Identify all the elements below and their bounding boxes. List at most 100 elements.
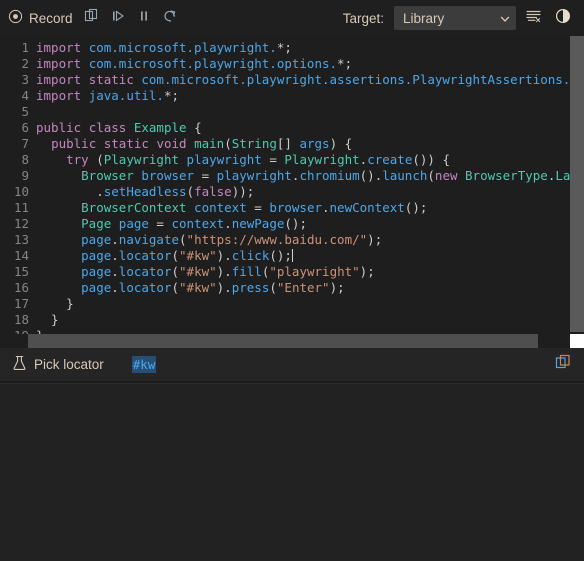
code-token: . xyxy=(111,280,119,295)
chevron-down-icon xyxy=(499,12,511,24)
code-token: ( xyxy=(171,264,180,279)
code-token: press xyxy=(231,280,270,295)
code-line[interactable]: 6 public class Example { xyxy=(0,120,584,136)
line-number: 10 xyxy=(13,184,29,199)
copy-icon xyxy=(554,353,572,376)
code-token: (). xyxy=(359,168,383,183)
code-line[interactable]: 18 } xyxy=(0,312,584,328)
code-token: . xyxy=(111,264,119,279)
line-number: 3 xyxy=(21,72,29,87)
code-token: locator xyxy=(118,280,172,295)
bottom-empty-panel xyxy=(0,383,584,561)
code-line[interactable]: 7 public static void main(String[] args)… xyxy=(0,136,584,152)
line-number: 11 xyxy=(13,200,29,215)
code-line[interactable]: 11 BrowserContext context = browser.newC… xyxy=(0,200,584,216)
toolbar-left-group: Record xyxy=(6,6,183,30)
target-dropdown[interactable]: Library xyxy=(394,6,516,30)
code-lines-container: 1 import com.microsoft.playwright.*; 2 impo… xyxy=(0,40,584,344)
code-token: Page xyxy=(81,216,112,231)
code-line[interactable]: 12 Page page = context.newPage(); xyxy=(0,216,584,232)
code-token: playwright xyxy=(186,152,262,167)
text-cursor xyxy=(291,249,293,262)
pick-locator-bar: Pick locator #kw xyxy=(0,348,584,382)
line-number: 13 xyxy=(13,232,29,247)
code-token: locator xyxy=(118,248,172,263)
code-token: args xyxy=(299,136,330,151)
editor-vertical-scrollbar[interactable] xyxy=(570,36,584,334)
main-toolbar: Record Target: Library xyxy=(0,0,584,36)
code-editor[interactable]: 1 import com.microsoft.playwright.*; 2 impo… xyxy=(0,36,584,348)
theme-toggle-button[interactable] xyxy=(550,6,576,30)
pause-icon xyxy=(136,8,152,29)
code-line[interactable]: 5 xyxy=(0,104,584,120)
resume-button[interactable] xyxy=(157,6,183,30)
locator-value-text[interactable]: #kw xyxy=(131,356,157,373)
vertical-scrollbar-thumb[interactable] xyxy=(570,36,584,332)
code-line[interactable]: 3 import static com.microsoft.playwright.… xyxy=(0,72,584,88)
code-token: public xyxy=(36,120,82,135)
code-token: "#kw" xyxy=(179,280,217,295)
code-token: ). xyxy=(216,264,232,279)
code-token: ( xyxy=(269,280,277,295)
code-line[interactable]: 15 page.locator("#kw").fill("playwright"… xyxy=(0,264,584,280)
code-token: String xyxy=(231,136,277,151)
code-token: import xyxy=(36,40,82,55)
editor-horizontal-scrollbar[interactable] xyxy=(0,334,584,348)
code-token: context xyxy=(171,216,225,231)
step-over-button[interactable] xyxy=(105,6,131,30)
line-text: import com.microsoft.playwright.*; xyxy=(29,40,292,56)
clear-list-button[interactable] xyxy=(520,6,546,30)
pick-locator-button[interactable]: Pick locator xyxy=(8,353,108,376)
code-line[interactable]: 1 import com.microsoft.playwright.*; xyxy=(0,40,584,56)
record-circle-icon xyxy=(8,9,23,27)
code-token: public xyxy=(51,136,97,151)
code-line[interactable]: 8 try (Playwright playwright = Playwrigh… xyxy=(0,152,584,168)
copy-locator-button[interactable] xyxy=(550,352,576,378)
code-line[interactable]: 17 } xyxy=(0,296,584,312)
code-token: "Enter" xyxy=(276,280,330,295)
code-line[interactable]: 9 Browser browser = playwright.chromium(… xyxy=(0,168,584,184)
line-text: page.navigate("https://www.baidu.com/"); xyxy=(29,232,382,248)
code-token: page xyxy=(81,232,112,247)
target-label: Target: xyxy=(342,10,384,26)
line-number: 18 xyxy=(13,312,29,327)
code-token: context xyxy=(194,200,247,215)
code-line[interactable]: 4 import java.util.*; xyxy=(0,88,584,104)
line-text: page.locator("#kw").press("Enter"); xyxy=(29,280,344,296)
code-line[interactable]: 16 page.locator("#kw").press("Enter"); xyxy=(0,280,584,296)
copy-button[interactable] xyxy=(79,6,105,30)
pause-button[interactable] xyxy=(131,6,157,30)
code-token: } xyxy=(36,312,59,327)
code-token: ( xyxy=(171,280,180,295)
record-button[interactable]: Record xyxy=(6,7,79,29)
line-number: 16 xyxy=(13,280,29,295)
code-token: { xyxy=(186,120,202,135)
code-token: ( xyxy=(427,168,435,183)
code-line[interactable]: 13 page.navigate("https://www.baidu.com/… xyxy=(0,232,584,248)
toolbar-right-group: Target: Library xyxy=(343,6,576,30)
horizontal-scrollbar-thumb[interactable] xyxy=(28,334,538,348)
code-line[interactable]: 14 page.locator("#kw").click(); xyxy=(0,248,584,264)
code-token: ( xyxy=(186,184,195,199)
code-line[interactable]: 2 import com.microsoft.playwright.options… xyxy=(0,56,584,72)
line-text: try (Playwright playwright = Playwright.… xyxy=(29,152,450,168)
line-text: Browser browser = playwright.chromium().… xyxy=(29,168,584,184)
code-token: = xyxy=(246,200,270,215)
code-token: )); xyxy=(231,184,255,199)
code-token: . xyxy=(322,200,330,215)
code-line[interactable]: 10 .setHeadless(false)); xyxy=(0,184,584,200)
code-token: navigate xyxy=(118,232,180,247)
code-token: page xyxy=(81,264,112,279)
code-token: . xyxy=(224,216,232,231)
code-token: BrowserType xyxy=(465,168,548,183)
code-token: ( xyxy=(224,136,232,151)
code-token: = xyxy=(148,216,172,231)
